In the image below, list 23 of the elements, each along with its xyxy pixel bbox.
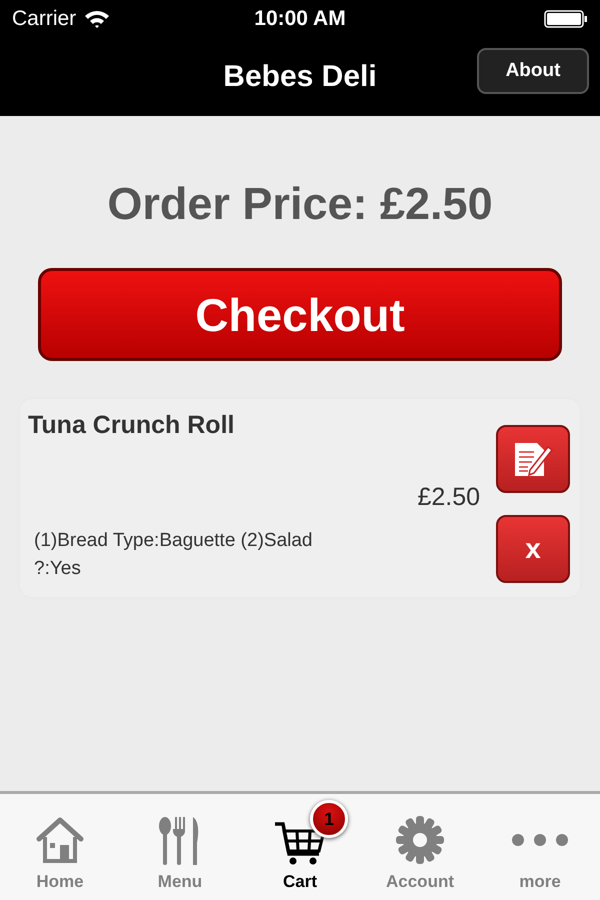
tab-item[interactable]: Cart 1 (240, 794, 360, 900)
item-options: (1)Bread Type:Baguette (2)Salad ?:Yes (28, 527, 354, 583)
clock-time: 10:00 AM (254, 7, 346, 30)
wifi-icon (84, 10, 110, 28)
tab-item[interactable]: Account (360, 794, 480, 900)
gear-icon (395, 815, 445, 865)
more-icon (511, 834, 569, 846)
home-icon (35, 815, 85, 865)
remove-button[interactable]: x (496, 515, 570, 583)
tab-item[interactable]: more (480, 794, 600, 900)
order-price: Order Price: £2.50 (107, 178, 493, 230)
tab-item[interactable]: Menu (120, 794, 240, 900)
carrier-name: Carrier (12, 7, 76, 31)
checkout-button[interactable]: Checkout (38, 268, 562, 361)
battery-icon (544, 10, 588, 28)
item-price: £2.50 (417, 482, 480, 512)
app-title: Bebes Deli (223, 60, 377, 94)
about-button[interactable]: About (477, 48, 589, 94)
tab-item[interactable]: Home (0, 794, 120, 900)
count-badge: 1 (310, 800, 348, 838)
edit-button[interactable] (496, 425, 570, 493)
edit-icon (512, 440, 554, 478)
item-name: Tuna Crunch Roll (28, 411, 236, 440)
